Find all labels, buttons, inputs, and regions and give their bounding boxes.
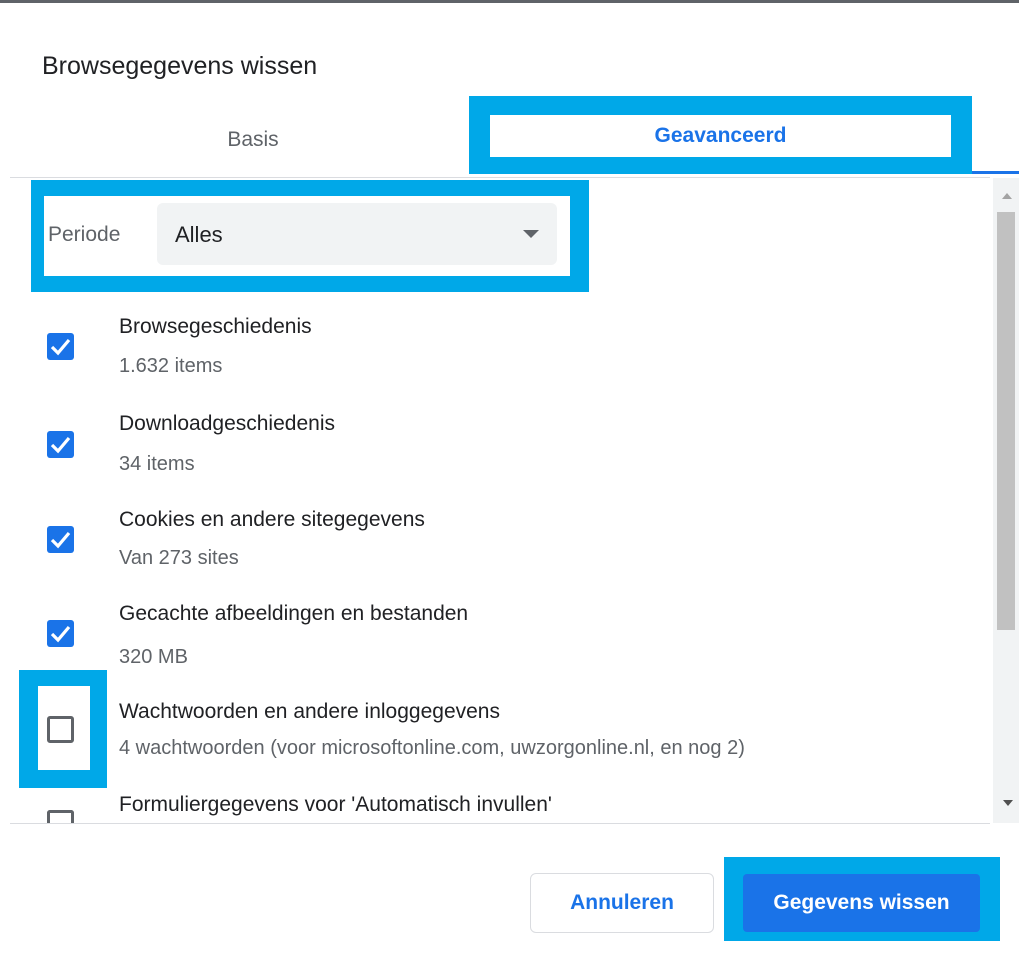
item-title: Downloadgeschiedenis (119, 412, 335, 435)
item-subtitle: 34 items (119, 453, 195, 475)
item-subtitle: 1.632 items (119, 355, 223, 377)
active-tab-indicator (972, 171, 1019, 174)
item-title: Cookies en andere sitegegevens (119, 508, 425, 531)
checkmark-icon (50, 531, 71, 549)
item-subtitle: 320 MB (119, 646, 188, 668)
tab-geavanceerd[interactable]: Geavanceerd (490, 115, 951, 157)
checkbox-downloadgeschiedenis[interactable] (47, 431, 74, 458)
item-title: Wachtwoorden en andere inloggegevens (119, 700, 500, 723)
checkmark-icon (50, 436, 71, 454)
item-title: Browsegeschiedenis (119, 315, 312, 338)
period-value[interactable]: Alles (175, 222, 223, 248)
item-subtitle: Van 273 sites (119, 547, 239, 569)
cancel-button[interactable]: Annuleren (530, 873, 714, 933)
scroll-up-arrow-icon[interactable] (1002, 193, 1012, 199)
checkbox-formuliergegevens[interactable] (47, 810, 74, 823)
checkbox-wachtwoorden[interactable] (47, 716, 74, 743)
dropdown-arrow-icon[interactable] (523, 230, 539, 238)
checkbox-cache[interactable] (47, 620, 74, 647)
item-title: Formuliergegevens voor 'Automatisch invu… (119, 793, 552, 816)
item-subtitle: 4 wachtwoorden (voor microsoftonline.com… (119, 737, 745, 759)
window-top-border (0, 0, 1019, 3)
checkbox-browsegeschiedenis[interactable] (47, 333, 74, 360)
period-label: Periode (48, 223, 121, 246)
item-title: Gecachte afbeeldingen en bestanden (119, 602, 469, 625)
clear-data-button[interactable]: Gegevens wissen (743, 874, 980, 932)
dialog-title: Browsegegevens wissen (42, 52, 318, 80)
scroll-down-arrow-icon[interactable] (1003, 800, 1013, 806)
scrollbar-thumb[interactable] (997, 212, 1015, 630)
divider-top (10, 177, 990, 178)
tab-basis[interactable]: Basis (130, 118, 376, 162)
checkmark-icon (50, 625, 71, 643)
divider-bottom (10, 823, 990, 824)
checkbox-cookies[interactable] (47, 526, 74, 553)
checkmark-icon (50, 338, 71, 356)
